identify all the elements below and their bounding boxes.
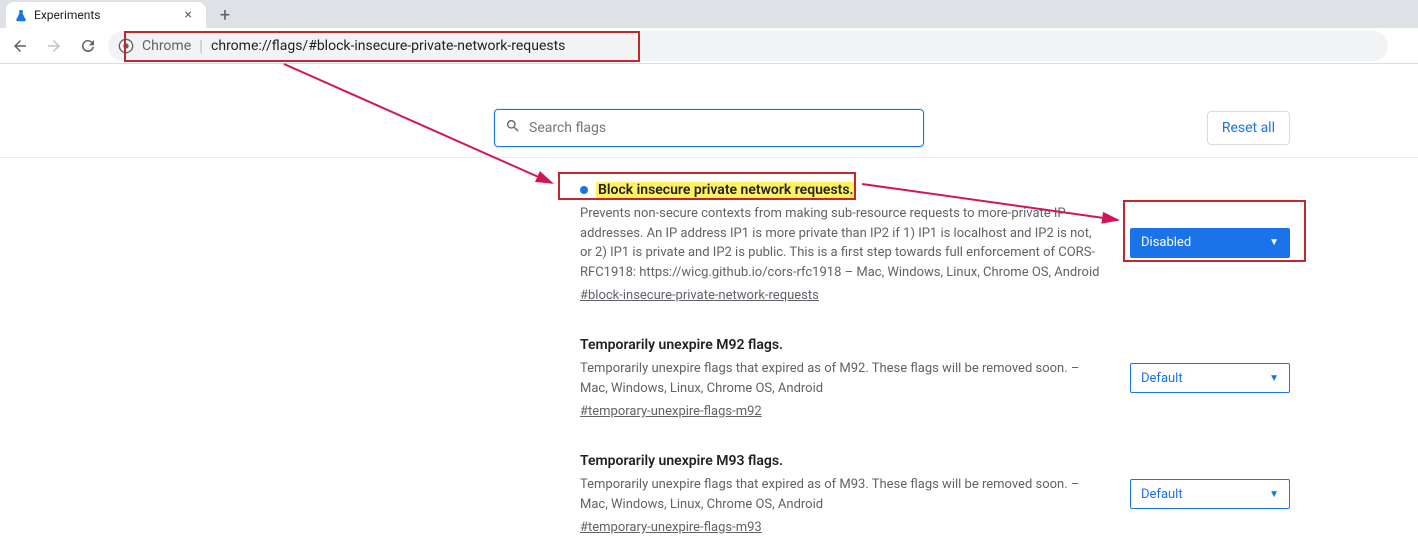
chevron-down-icon: ▼ xyxy=(1269,373,1279,384)
bookmarks-bar xyxy=(0,64,1418,98)
flag-title-text: Temporarily unexpire M93 flags. xyxy=(580,453,783,469)
site-chip-label: Chrome xyxy=(142,38,191,54)
flag-main: Temporarily unexpire M92 flags. Temporari… xyxy=(580,337,1106,419)
chrome-icon xyxy=(118,38,134,54)
flag-side: Default ▼ xyxy=(1130,453,1290,535)
flag-title-text: Temporarily unexpire M92 flags. xyxy=(580,337,783,353)
flag-select[interactable]: Default ▼ xyxy=(1130,363,1290,393)
url-text: chrome://flags/#block-insecure-private-n… xyxy=(211,38,565,54)
new-tab-button[interactable]: + xyxy=(212,2,238,28)
flag-row: Temporarily unexpire M92 flags. Temporari… xyxy=(0,327,1418,443)
flag-side: Default ▼ xyxy=(1130,337,1290,419)
modified-dot-icon xyxy=(580,186,588,194)
reload-button[interactable] xyxy=(74,32,102,60)
reset-all-button[interactable]: Reset all xyxy=(1207,111,1290,145)
flag-side: Disabled ▼ xyxy=(1130,182,1290,303)
flags-top-controls: Reset all xyxy=(0,98,1418,158)
close-icon[interactable]: × xyxy=(181,6,196,24)
flag-hash-link[interactable]: #block-insecure-private-network-requests xyxy=(580,288,1106,303)
flag-description: Prevents non-secure contexts from making… xyxy=(580,204,1106,282)
back-button[interactable] xyxy=(6,32,34,60)
flag-title: Temporarily unexpire M93 flags. xyxy=(580,453,1106,469)
flag-row: Block insecure private network requests.… xyxy=(0,172,1418,327)
flag-select[interactable]: Disabled ▼ xyxy=(1130,228,1290,258)
flag-title-text: Block insecure private network requests. xyxy=(596,182,856,198)
chevron-down-icon: ▼ xyxy=(1269,489,1279,500)
flag-title: Block insecure private network requests. xyxy=(580,182,1106,198)
flask-icon xyxy=(14,8,28,22)
chip-divider: | xyxy=(199,36,203,55)
browser-tab[interactable]: Experiments × xyxy=(6,2,206,28)
flag-select[interactable]: Default ▼ xyxy=(1130,479,1290,509)
flag-description: Temporarily unexpire flags that expired … xyxy=(580,475,1106,514)
flag-title: Temporarily unexpire M92 flags. xyxy=(580,337,1106,353)
flag-select-value: Default xyxy=(1141,487,1183,502)
flag-select-value: Disabled xyxy=(1141,235,1191,250)
flag-hash-link[interactable]: #temporary-unexpire-flags-m92 xyxy=(580,404,1106,419)
tab-title: Experiments xyxy=(34,8,175,22)
flags-page: Reset all Block insecure private network… xyxy=(0,98,1418,559)
flags-list: Block insecure private network requests.… xyxy=(0,158,1418,559)
flag-description: Temporarily unexpire flags that expired … xyxy=(580,359,1106,398)
flag-main: Block insecure private network requests.… xyxy=(580,182,1106,303)
flag-main: Temporarily unexpire M93 flags. Temporari… xyxy=(580,453,1106,535)
chevron-down-icon: ▼ xyxy=(1269,237,1279,248)
search-input[interactable] xyxy=(529,120,913,136)
forward-button[interactable] xyxy=(40,32,68,60)
tab-strip: Experiments × + xyxy=(0,0,1418,28)
search-icon xyxy=(505,118,521,138)
address-bar[interactable]: Chrome | chrome://flags/#block-insecure-… xyxy=(108,31,1388,61)
search-flags-field[interactable] xyxy=(494,109,924,147)
browser-toolbar: Chrome | chrome://flags/#block-insecure-… xyxy=(0,28,1418,64)
flag-row: Temporarily unexpire M93 flags. Temporari… xyxy=(0,443,1418,559)
flag-select-value: Default xyxy=(1141,371,1183,386)
